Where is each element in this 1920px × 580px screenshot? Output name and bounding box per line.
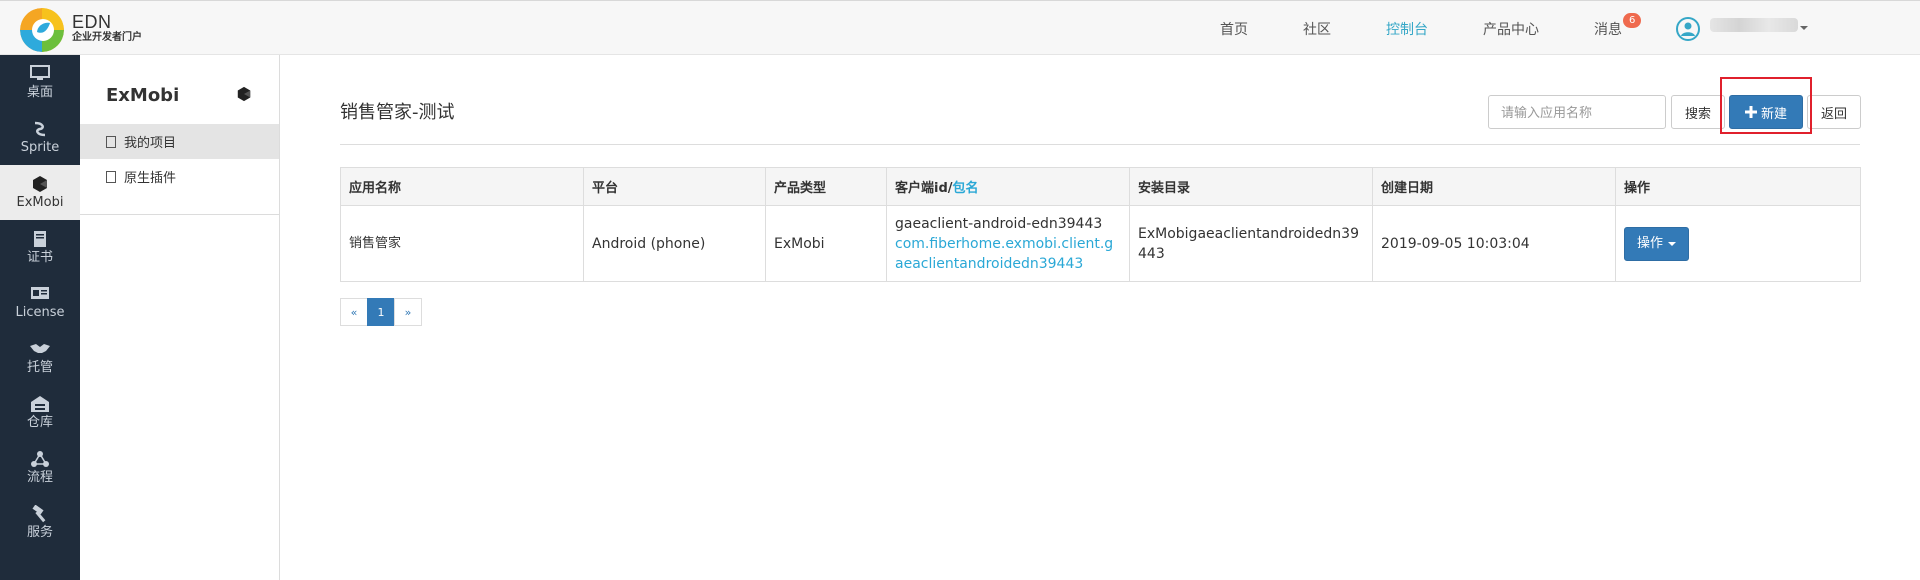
back-button[interactable]: 返回 <box>1807 95 1861 129</box>
sidebar-item-license[interactable]: License <box>0 275 80 330</box>
workflow-icon <box>30 450 50 468</box>
app-name-search-input[interactable] <box>1488 95 1666 129</box>
sidebar-label-license: License <box>15 304 65 320</box>
row-actions-label: 操作 <box>1637 235 1664 251</box>
sidebar-label-desktop: 桌面 <box>26 84 53 100</box>
sidebar-item-desktop[interactable]: 桌面 <box>0 55 80 110</box>
handshake-icon <box>29 340 51 358</box>
table-header-row: 应用名称 平台 产品类型 客户端id/包名 安装目录 创建日期 操作 <box>340 167 1861 206</box>
pagination: « 1 » <box>340 298 422 326</box>
left-icon-sidebar: 桌面 Sprite ExMobi 证书 License 托管 仓库 流程 服务 <box>0 55 80 580</box>
cell-product-type: ExMobi <box>765 205 887 282</box>
secondary-sidebar-header: ExMobi <box>80 55 280 123</box>
client-id-text: gaeaclient-android-edn39443 <box>895 215 1103 232</box>
nav-item-products[interactable]: 产品中心 <box>1483 1 1539 56</box>
username-redacted[interactable] <box>1710 18 1798 32</box>
warehouse-icon <box>30 395 50 413</box>
sidebar-item-warehouse[interactable]: 仓库 <box>0 385 80 440</box>
sidebar-item-my-projects[interactable]: 我的项目 <box>80 124 279 159</box>
new-button-highlight <box>1720 77 1812 134</box>
package-name-link[interactable]: com.fiberhome.exmobi.client.gaeaclientan… <box>895 234 1121 274</box>
cell-install-dir: ExMobigaeaclientandroidedn39443 <box>1129 205 1373 282</box>
brand-subtitle: 企业开发者门户 <box>72 32 142 43</box>
nav-home-label[interactable]: 首页 <box>1220 19 1248 39</box>
nav-item-messages[interactable]: 消息 <box>1594 1 1622 56</box>
cell-actions: 操作 <box>1615 205 1861 282</box>
header-install-dir: 安装目录 <box>1129 167 1373 206</box>
nav-messages-label[interactable]: 消息 <box>1594 19 1622 39</box>
secondary-sidebar-title: ExMobi <box>106 85 180 106</box>
pagination-next-button[interactable]: » <box>394 298 422 326</box>
header-app-name: 应用名称 <box>340 167 584 206</box>
pagination-prev-button[interactable]: « <box>340 298 368 326</box>
sprite-icon <box>31 120 49 138</box>
my-projects-label: 我的项目 <box>124 136 177 151</box>
sidebar-label-workflow: 流程 <box>26 469 53 485</box>
brand-title: EDN <box>72 12 112 32</box>
message-count-badge: 6 <box>1623 13 1642 28</box>
document-icon <box>106 170 116 183</box>
sidebar-label-warehouse: 仓库 <box>26 414 53 430</box>
brand-text: EDN 企业开发者门户 <box>72 13 142 45</box>
nav-community-label[interactable]: 社区 <box>1303 19 1331 39</box>
sidebar-label-certificate: 证书 <box>26 249 53 265</box>
sidebar-label-sprite: Sprite <box>20 139 60 155</box>
cell-client-id: gaeaclient-android-edn39443 com.fiberhom… <box>886 205 1130 282</box>
sidebar-item-hosting[interactable]: 托管 <box>0 330 80 385</box>
sidebar-item-certificate[interactable]: 证书 <box>0 220 80 275</box>
nav-item-home[interactable]: 首页 <box>1220 1 1248 56</box>
document-icon <box>106 135 116 148</box>
sidebar-label-exmobi: ExMobi <box>16 194 64 210</box>
sidebar-label-hosting: 托管 <box>26 359 53 375</box>
page-title: 销售管家-测试 <box>340 102 455 123</box>
nav-console-label[interactable]: 控制台 <box>1386 19 1428 39</box>
sidebar-item-workflow[interactable]: 流程 <box>0 440 80 495</box>
row-actions-dropdown-button[interactable]: 操作 <box>1624 226 1690 261</box>
sidebar-label-service: 服务 <box>26 524 53 540</box>
sidebar-item-exmobi[interactable]: ExMobi <box>0 165 80 220</box>
search-button[interactable]: 搜索 <box>1671 95 1725 129</box>
hammer-icon <box>30 504 50 523</box>
header-client-id: 客户端id/包名 <box>886 167 1130 206</box>
cell-app-name: 销售管家 <box>340 205 584 282</box>
sidebar-item-native-plugins[interactable]: 原生插件 <box>80 159 279 194</box>
header-package-link[interactable]: 包名 <box>953 181 979 196</box>
top-navbar: EDN 企业开发者门户 首页 社区 控制台 产品中心 消息 6 <box>0 0 1920 55</box>
chevron-down-icon <box>1668 241 1677 246</box>
sidebar-divider <box>80 214 280 215</box>
exmobi-icon <box>31 175 49 193</box>
license-icon <box>30 285 50 303</box>
header-client-id-text: 客户端id/ <box>895 181 953 196</box>
pagination-page-1[interactable]: 1 <box>367 298 395 326</box>
app-table: 应用名称 平台 产品类型 客户端id/包名 安装目录 创建日期 操作 销售管家 … <box>340 167 1861 282</box>
header-created: 创建日期 <box>1372 167 1616 206</box>
header-actions: 操作 <box>1615 167 1861 206</box>
native-plugins-label: 原生插件 <box>124 171 177 186</box>
nav-products-label[interactable]: 产品中心 <box>1483 19 1539 39</box>
nav-item-console[interactable]: 控制台 <box>1386 1 1428 56</box>
table-row: 销售管家 Android (phone) ExMobi gaeaclient-a… <box>340 205 1861 282</box>
user-avatar-icon[interactable] <box>1676 17 1700 41</box>
sidebar-item-sprite[interactable]: Sprite <box>0 110 80 165</box>
edn-logo[interactable] <box>20 8 64 52</box>
exmobi-cube-icon <box>236 85 252 107</box>
secondary-sidebar: ExMobi 我的项目 原生插件 <box>80 55 280 580</box>
certificate-icon <box>32 230 48 248</box>
user-menu-caret-icon[interactable] <box>1800 26 1808 30</box>
cell-platform: Android (phone) <box>583 205 766 282</box>
monitor-icon <box>30 64 50 83</box>
header-product-type: 产品类型 <box>765 167 887 206</box>
cell-created: 2019-09-05 10:03:04 <box>1372 205 1616 282</box>
sidebar-item-service[interactable]: 服务 <box>0 495 80 550</box>
title-divider <box>340 144 1860 145</box>
nav-item-community[interactable]: 社区 <box>1303 1 1331 56</box>
header-platform: 平台 <box>583 167 766 206</box>
